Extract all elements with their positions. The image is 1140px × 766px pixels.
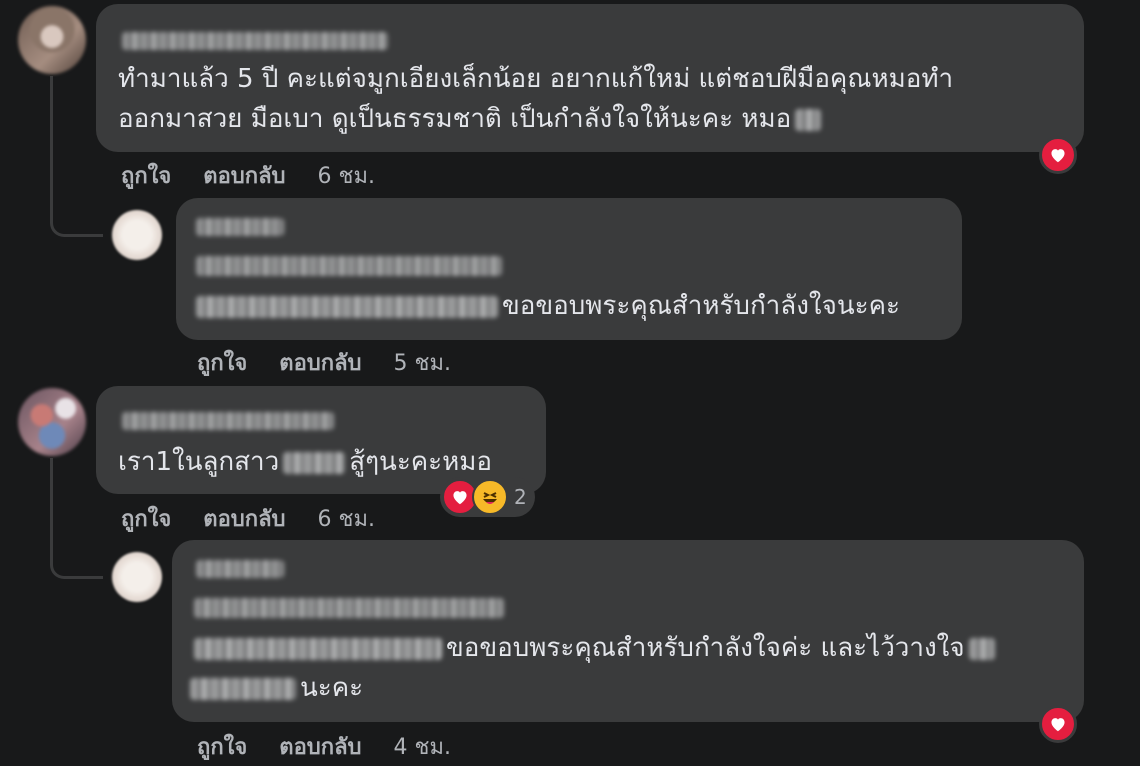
timestamp[interactable]: 6 ชม. — [318, 158, 375, 193]
comment-meta: ถูกใจ ตอบกลับ 6 ชม. — [121, 501, 375, 536]
comment-text: ออกมาสวย มือเบา ดูเป็นธรรมชาติ เป็นกำลัง… — [118, 99, 825, 139]
comment-text-line: ขอขอบพระคุณสำหรับกำลังใจค่ะ และไว้วางใจ — [446, 633, 965, 663]
author-name-blurred[interactable] — [196, 218, 284, 236]
author-name-blurred[interactable] — [196, 560, 284, 578]
comment-text-line: เรา1ในลูกสาว — [118, 447, 280, 477]
author-name-blurred[interactable] — [122, 32, 388, 50]
heart-reaction-icon[interactable] — [1039, 705, 1077, 743]
timestamp[interactable]: 5 ชม. — [394, 345, 451, 380]
timestamp[interactable]: 4 ชม. — [394, 729, 451, 764]
comment-text: นะคะ — [190, 668, 363, 708]
like-button[interactable]: ถูกใจ — [121, 501, 171, 536]
blurred-mention — [196, 295, 498, 318]
blurred-text — [795, 108, 822, 131]
comment-meta: ถูกใจ ตอบกลับ 6 ชม. — [121, 158, 375, 193]
blurred-text — [194, 598, 504, 618]
reaction-count: 2 — [514, 485, 527, 509]
haha-icon — [472, 479, 508, 515]
reaction-summary[interactable]: 2 — [440, 477, 535, 517]
heart-reaction-icon[interactable] — [1039, 136, 1077, 174]
avatar[interactable] — [112, 210, 162, 260]
comment-bubble: ขอขอบพระคุณสำหรับกำลังใจค่ะ และไว้วางใจ … — [172, 540, 1084, 722]
blurred-text — [283, 451, 346, 474]
timestamp[interactable]: 6 ชม. — [318, 501, 375, 536]
comment-thread: ทำมาแล้ว 5 ปี คะแต่จมูกเอียงเล็กน้อย อยา… — [0, 0, 1140, 766]
comment-text-line: ออกมาสวย มือเบา ดูเป็นธรรมชาติ เป็นกำลัง… — [118, 104, 792, 134]
blurred-mention — [194, 637, 442, 660]
comment-text: เรา1ในลูกสาว สู้ๆนะคะหมอ — [118, 442, 492, 482]
comment-bubble: ทำมาแล้ว 5 ปี คะแต่จมูกเอียงเล็กน้อย อยา… — [96, 4, 1084, 152]
blurred-text — [190, 677, 296, 700]
comment-text-line: สู้ๆนะคะหมอ — [349, 447, 493, 477]
like-button[interactable]: ถูกใจ — [121, 158, 171, 193]
blurred-text — [196, 256, 502, 276]
comment-meta: ถูกใจ ตอบกลับ 5 ชม. — [197, 345, 451, 380]
comment-meta: ถูกใจ ตอบกลับ 4 ชม. — [197, 729, 451, 764]
author-name-blurred[interactable] — [122, 412, 334, 430]
avatar[interactable] — [18, 6, 86, 74]
comment-text-line: นะคะ — [300, 673, 364, 703]
reply-button[interactable]: ตอบกลับ — [203, 501, 285, 536]
thread-connector — [50, 458, 103, 579]
blurred-text — [968, 637, 995, 660]
like-button[interactable]: ถูกใจ — [197, 729, 247, 764]
comment-text: ขอขอบพระคุณสำหรับกำลังใจค่ะ และไว้วางใจ — [190, 628, 999, 668]
reply-button[interactable]: ตอบกลับ — [279, 345, 361, 380]
like-button[interactable]: ถูกใจ — [197, 345, 247, 380]
reply-button[interactable]: ตอบกลับ — [279, 729, 361, 764]
comment-text: ขอขอบพระคุณสำหรับกำลังใจนะคะ — [192, 286, 900, 326]
avatar[interactable] — [112, 552, 162, 602]
comment-bubble: ขอขอบพระคุณสำหรับกำลังใจนะคะ — [176, 198, 962, 340]
comment-text: ทำมาแล้ว 5 ปี คะแต่จมูกเอียงเล็กน้อย อยา… — [118, 59, 953, 99]
comment-text-line: ขอขอบพระคุณสำหรับกำลังใจนะคะ — [502, 291, 900, 321]
avatar[interactable] — [18, 388, 86, 456]
reply-button[interactable]: ตอบกลับ — [203, 158, 285, 193]
comment-text-line: ทำมาแล้ว 5 ปี คะแต่จมูกเอียงเล็กน้อย อยา… — [118, 64, 954, 94]
